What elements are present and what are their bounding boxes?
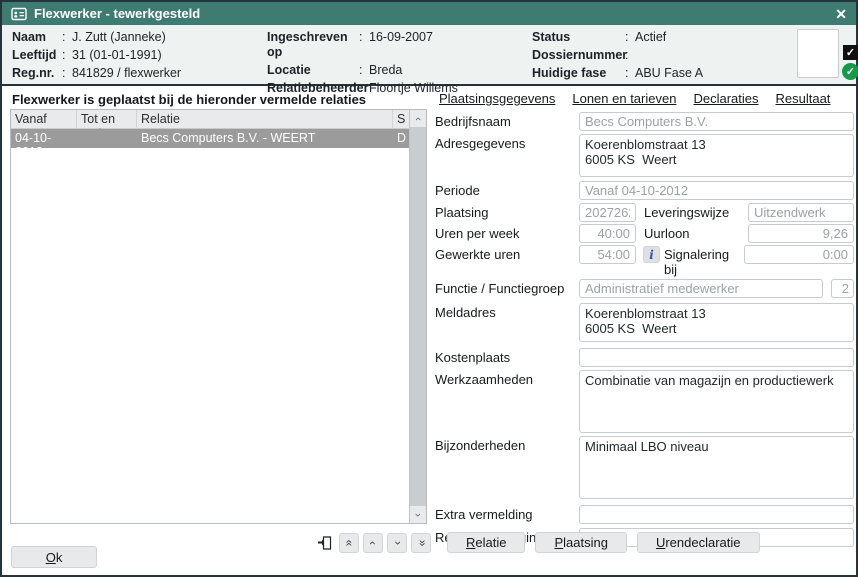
kostenplaats-field[interactable] (579, 348, 854, 367)
huidige-fase-value: ABU Fase A (635, 66, 703, 81)
header-column-3: Status:Actief Dossiernummer: Huidige fas… (532, 30, 703, 81)
tab-plaatsingsgegevens[interactable]: Plaatsingsgegevens (439, 91, 555, 106)
extra-vermelding-label: Extra vermelding (435, 505, 579, 522)
column-header-tot-en-met[interactable]: Tot en met (77, 110, 137, 128)
functie-label: Functie / Functiegroep (435, 279, 579, 296)
move-bottom-icon[interactable]: « (411, 533, 431, 553)
cell-status: D (393, 129, 409, 148)
table-header: Vanaf Tot en met Relatie S (11, 110, 409, 129)
move-up-icon[interactable]: ‹ (363, 533, 383, 553)
uurloon-label: Uurloon (644, 224, 748, 241)
plaatsing-field[interactable] (579, 203, 636, 222)
bedrijfsnaam-label: Bedrijfsnaam (435, 112, 579, 129)
checkbox-checked[interactable]: ✓ (843, 45, 858, 60)
placements-table: Vanaf Tot en met Relatie S 04-10-2012 Be… (10, 109, 427, 524)
scroll-down-icon[interactable]: ‹ (410, 506, 426, 523)
functie-field[interactable] (579, 279, 823, 298)
plaatsing-button[interactable]: Plaatsing (535, 532, 626, 553)
functiegroep-field[interactable] (831, 279, 854, 298)
regnr-value: 841829 / flexwerker (72, 66, 181, 81)
move-top-icon[interactable]: « (339, 533, 359, 553)
insert-record-icon[interactable] (315, 533, 335, 553)
vertical-scrollbar[interactable]: ‹ ‹ (409, 110, 426, 523)
gewerkte-uren-field[interactable] (579, 245, 636, 264)
field-label: Locatie (267, 63, 359, 78)
plaatsing-panel: Plaatsingsgegevens Lonen en tarieven Dec… (435, 88, 854, 550)
column-header-vanaf[interactable]: Vanaf (11, 110, 77, 128)
meldadres-label: Meldadres (435, 303, 579, 320)
leeftijd-value: 31 (01-01-1991) (72, 48, 162, 63)
flexwerker-dialog: Flexwerker - tewerkgesteld ✕ Naam:J. Zut… (0, 0, 858, 577)
field-label: Ingeschreven op (267, 30, 359, 60)
locatie-value: Breda (369, 63, 402, 78)
header-column-2: Ingeschreven op:16-09-2007 Locatie:Breda… (267, 30, 458, 96)
uurloon-field[interactable] (748, 224, 854, 243)
werkzaamheden-label: Werkzaamheden (435, 370, 579, 387)
field-label: Reg.nr. (12, 66, 62, 81)
werkzaamheden-field[interactable]: Combinatie van magazijn en productiewerk (579, 370, 854, 433)
field-label: Huidige fase (532, 66, 625, 81)
field-label: Naam (12, 30, 62, 45)
ok-button[interactable]: Ok (11, 546, 97, 568)
plaatsing-label: Plaatsing (435, 203, 579, 220)
cell-relatie: Becs Computers B.V. - WEERT (137, 129, 393, 148)
periode-label: Periode (435, 181, 579, 198)
header-column-1: Naam:J. Zutt (Janneke) Leeftijd:31 (01-0… (12, 30, 181, 81)
field-label: Status (532, 30, 625, 45)
column-header-relatie[interactable]: Relatie (137, 110, 393, 128)
close-icon[interactable]: ✕ (835, 7, 847, 21)
uren-per-week-label: Uren per week (435, 224, 579, 241)
bijzonderheden-label: Bijzonderheden (435, 436, 579, 453)
adresgegevens-field[interactable]: Koerenblomstraat 13 6005 KS Weert (579, 134, 854, 177)
action-buttons: Relatie Plaatsing Urendeclaratie (447, 532, 760, 553)
contact-card-icon (11, 7, 27, 21)
tab-bar: Plaatsingsgegevens Lonen en tarieven Dec… (435, 88, 854, 112)
info-icon[interactable]: i (643, 246, 660, 263)
footer-toolbar: « ‹ ‹ « Relatie Plaatsing Urendeclaratie (315, 532, 760, 553)
placements-caption: Flexwerker is geplaatst bij de hieronder… (12, 92, 366, 107)
periode-field[interactable] (579, 181, 854, 200)
tab-declaraties[interactable]: Declaraties (693, 91, 758, 106)
leveringswijze-label: Leveringswijze (644, 203, 748, 220)
field-label: Leeftijd (12, 48, 62, 63)
bijzonderheden-field[interactable]: Minimaal LBO niveau (579, 436, 854, 499)
table-row[interactable]: 04-10-2012 Becs Computers B.V. - WEERT D (11, 129, 409, 148)
cell-vanaf: 04-10-2012 (11, 129, 77, 148)
kostenplaats-label: Kostenplaats (435, 348, 579, 365)
uren-per-week-field[interactable] (579, 224, 636, 243)
status-value: Actief (635, 30, 666, 45)
naam-value: J. Zutt (Janneke) (72, 30, 166, 45)
signalering-bij-label: Signalering bij (664, 245, 744, 277)
extra-vermelding-field[interactable] (579, 505, 854, 524)
move-down-icon[interactable]: ‹ (387, 533, 407, 553)
adresgegevens-label: Adresgegevens (435, 134, 579, 151)
photo-placeholder (797, 29, 839, 78)
leveringswijze-field[interactable] (748, 203, 854, 222)
tab-resultaat[interactable]: Resultaat (775, 91, 830, 106)
relatie-button[interactable]: Relatie (447, 532, 525, 553)
ingeschreven-value: 16-09-2007 (369, 30, 433, 60)
status-ok-icon: ✓ (842, 63, 858, 80)
table-body: 04-10-2012 Becs Computers B.V. - WEERT D (11, 129, 409, 523)
tab-lonen-en-tarieven[interactable]: Lonen en tarieven (572, 91, 676, 106)
bedrijfsnaam-field[interactable] (579, 112, 854, 131)
meldadres-field[interactable]: Koerenblomstraat 13 6005 KS Weert (579, 303, 854, 342)
window-title: Flexwerker - tewerkgesteld (34, 6, 200, 21)
field-label: Dossiernummer (532, 48, 625, 63)
gewerkte-uren-label: Gewerkte uren (435, 245, 579, 262)
person-header: Naam:J. Zutt (Janneke) Leeftijd:31 (01-0… (2, 25, 856, 86)
cell-tot-en-met (77, 129, 137, 148)
column-header-s[interactable]: S (393, 110, 409, 128)
urendeclaratie-button[interactable]: Urendeclaratie (637, 532, 760, 553)
signalering-bij-field[interactable] (744, 245, 854, 264)
scroll-up-icon[interactable]: ‹ (410, 110, 426, 127)
title-bar: Flexwerker - tewerkgesteld ✕ (2, 2, 856, 25)
